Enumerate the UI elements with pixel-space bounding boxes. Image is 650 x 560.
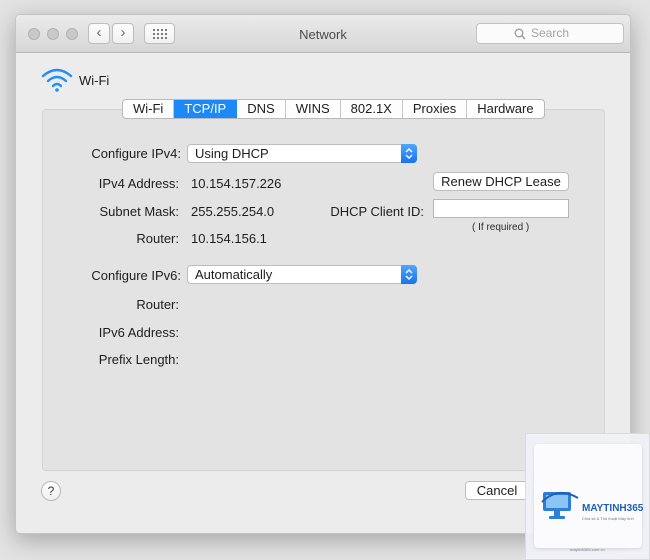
watermark-brand: MAYTINH365 xyxy=(582,503,644,514)
configure-ipv4-select[interactable]: Using DHCP xyxy=(187,144,417,163)
search-field[interactable]: Search xyxy=(476,23,624,44)
watermark-url: maytinh365.com.vn xyxy=(570,547,605,552)
tab-wins[interactable]: WINS xyxy=(286,100,341,118)
ipv4-address-value: 10.154.157.226 xyxy=(191,176,282,191)
ipv4-address-label: IPv4 Address: xyxy=(98,176,179,191)
tcpip-panel xyxy=(42,109,605,471)
titlebar: ‹ › Network Search xyxy=(16,15,630,53)
ipv6-address-label: IPv6 Address: xyxy=(98,325,179,340)
help-button[interactable]: ? xyxy=(41,481,61,501)
search-icon xyxy=(514,28,526,40)
wifi-icon xyxy=(41,68,73,92)
select-stepper-icon xyxy=(401,265,417,284)
search-placeholder: Search xyxy=(531,26,570,40)
configure-ipv6-value: Automatically xyxy=(195,267,273,282)
watermark-tagline: Chia sẻ & Thủ thuật Máy tính xyxy=(582,516,634,521)
configure-ipv4-label: Configure IPv4: xyxy=(91,146,181,161)
tab-proxies[interactable]: Proxies xyxy=(403,100,468,118)
tab-wifi[interactable]: Wi-Fi xyxy=(123,100,175,118)
cancel-button[interactable]: Cancel xyxy=(465,481,529,500)
ipv6-router-label: Router: xyxy=(136,297,179,312)
configure-ipv4-value: Using DHCP xyxy=(195,146,269,161)
dhcp-client-id-field[interactable] xyxy=(433,199,569,218)
monitor-logo-icon xyxy=(541,491,579,519)
watermark-card: MAYTINH365 Chia sẻ & Thủ thuật Máy tính xyxy=(534,444,644,548)
client-id-note: ( If required ) xyxy=(472,222,530,233)
renew-dhcp-lease-button[interactable]: Renew DHCP Lease xyxy=(433,172,569,191)
router-value: 10.154.156.1 xyxy=(191,231,267,246)
router-label: Router: xyxy=(136,231,179,246)
tab-hardware[interactable]: Hardware xyxy=(467,100,543,118)
interface-name: Wi-Fi xyxy=(79,73,110,88)
select-stepper-icon xyxy=(401,144,417,163)
watermark: MAYTINH365 Chia sẻ & Thủ thuật Máy tính … xyxy=(525,433,650,560)
tab-8021x[interactable]: 802.1X xyxy=(341,100,403,118)
configure-ipv6-select[interactable]: Automatically xyxy=(187,265,417,284)
prefix-length-label: Prefix Length: xyxy=(98,352,179,367)
tab-bar: Wi-Fi TCP/IP DNS WINS 802.1X Proxies Har… xyxy=(122,99,545,119)
subnet-mask-value: 255.255.254.0 xyxy=(191,204,275,219)
tab-tcpip[interactable]: TCP/IP xyxy=(174,100,238,118)
tab-dns[interactable]: DNS xyxy=(237,100,286,118)
dhcp-client-id-label: DHCP Client ID: xyxy=(330,204,424,219)
configure-ipv6-label: Configure IPv6: xyxy=(91,268,181,283)
subnet-mask-label: Subnet Mask: xyxy=(99,204,180,219)
